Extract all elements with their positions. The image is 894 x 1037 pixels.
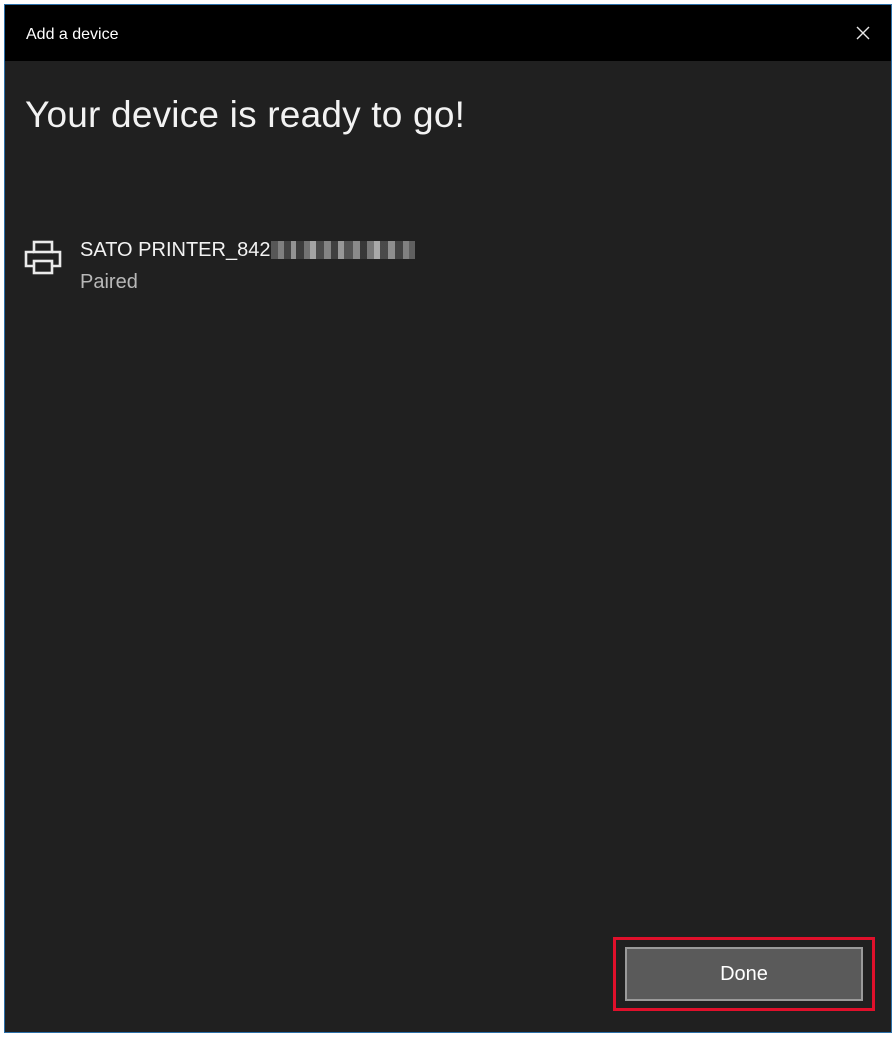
window-title: Add a device [26, 26, 119, 43]
done-button[interactable]: Done [625, 947, 863, 1001]
device-name-row: SATO PRINTER_842 [80, 236, 416, 264]
device-list-item[interactable]: SATO PRINTER_842 Paired [23, 230, 523, 294]
printer-icon [24, 240, 62, 275]
title-bar: Add a device [5, 5, 891, 61]
device-name: SATO PRINTER_842 [80, 239, 271, 261]
close-icon [856, 26, 870, 40]
add-device-dialog: Add a device Your device is ready to go!… [4, 4, 892, 1033]
close-button[interactable] [835, 5, 891, 61]
page-heading: Your device is ready to go! [25, 94, 466, 135]
redacted-serial [271, 241, 416, 259]
device-status: Paired [80, 271, 138, 293]
